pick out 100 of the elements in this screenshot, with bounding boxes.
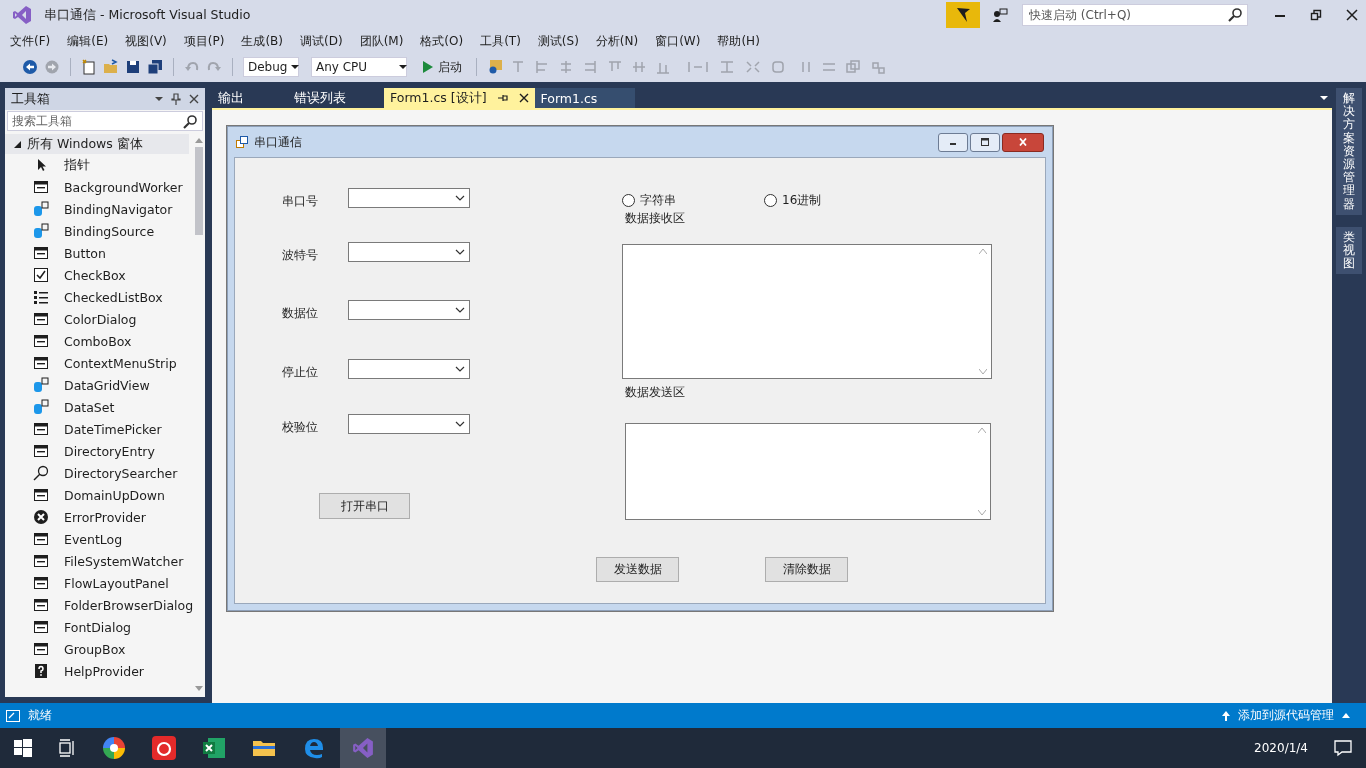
toolbox-item[interactable]: DirectorySearcher [64,465,178,481]
save-icon[interactable] [125,59,141,75]
close-icon[interactable] [1346,9,1358,21]
open-folder-icon[interactable] [103,59,119,75]
menu-item[interactable]: 调试(D) [294,32,349,50]
toolbox-item[interactable]: DataGridView [64,377,150,393]
combo-box[interactable] [348,188,470,208]
help-icon [33,663,49,679]
caret-icon[interactable] [1342,713,1350,718]
close-icon[interactable] [189,94,199,104]
account-icon[interactable] [992,7,1008,23]
save-all-icon[interactable] [147,59,163,75]
component-icon [33,355,49,371]
toolbox-item[interactable]: BindingNavigator [64,201,173,217]
combo-box[interactable] [348,242,470,262]
toolbox-item[interactable]: BackgroundWorker [64,179,183,195]
source-control-link[interactable]: 添加到源代码管理 [1238,707,1334,724]
toolbox-item[interactable]: FolderBrowserDialog [64,597,194,613]
color-wheel-icon[interactable] [102,736,126,760]
toolbox-item[interactable]: GroupBox [64,641,126,657]
document-tab[interactable]: Form1.cs [设计] [384,88,535,108]
new-project-icon[interactable] [81,59,97,75]
form-title: 串口通信 [254,133,302,151]
restore-icon[interactable] [1310,9,1322,21]
toolbox-item[interactable]: Button [64,245,106,261]
platform-dropdown[interactable]: Any CPU [311,57,407,77]
toolbox-item[interactable]: FontDialog [64,619,132,635]
toolbox-item[interactable]: ColorDialog [64,311,137,327]
toolbox-item[interactable]: CheckedListBox [64,289,163,305]
toolbox-group-header[interactable]: 所有 Windows 窗体 [5,134,190,154]
toolbox-item[interactable]: DateTimePicker [64,421,162,437]
document-tab[interactable]: 输出 [212,88,288,108]
document-tab[interactable]: 错误列表 [288,88,384,108]
form-button[interactable]: 发送数据 [596,557,679,582]
browser-icon[interactable] [302,736,326,760]
start-icon[interactable] [14,739,32,757]
menu-item[interactable]: 格式(O) [414,32,470,50]
toolbox-item[interactable]: CheckBox [64,267,126,283]
combo-box[interactable] [348,300,470,320]
toolbox-item[interactable]: FileSystemWatcher [64,553,184,569]
find-icon[interactable] [487,59,503,75]
menu-item[interactable]: 窗口(W) [649,32,707,50]
menu-item[interactable]: 生成(B) [235,32,289,50]
menu-item[interactable]: 工具(T) [474,32,527,50]
combo-box[interactable] [348,359,470,379]
toolbox-item[interactable]: FlowLayoutPanel [64,575,169,591]
toolbox-search-field[interactable]: 搜索工具箱 [7,111,203,131]
menu-item[interactable]: 测试(S) [531,32,585,50]
configuration-dropdown[interactable]: Debug [243,57,299,77]
search-icon [1228,8,1242,22]
menu-item[interactable]: 团队(M) [353,32,410,50]
close-icon[interactable] [518,93,529,103]
quick-launch-field[interactable]: 快速启动 (Ctrl+Q) [1022,4,1248,26]
menu-item[interactable]: 文件(F) [4,32,57,50]
task-view-icon[interactable] [58,739,76,757]
notification-icon[interactable] [1334,739,1352,757]
toolbox-item[interactable]: ComboBox [64,333,132,349]
toolbox-item[interactable]: DataSet [64,399,115,415]
form-window[interactable]: 串口通信 串口号 波特号 数据位 停止位 校验位 打开串口 字符串 16进制 数据接收区 数据发送区 发送数据 清除数据 [227,126,1053,611]
toolbox-item[interactable]: HelpProvider [64,663,144,679]
menu-item[interactable]: 编辑(E) [61,32,115,50]
side-tab[interactable]: 类视图 [1336,226,1362,275]
dropdown-arrow-icon[interactable] [155,97,163,101]
close-button[interactable] [1002,132,1044,152]
radio-label[interactable]: 16进制 [782,192,822,209]
menu-item[interactable]: 项目(P) [177,32,231,50]
toolbox-item[interactable]: DirectoryEntry [64,443,155,459]
component-icon [33,531,49,547]
toolbox-item[interactable]: EventLog [64,531,123,547]
scroll-down-icon[interactable] [195,686,204,691]
form-button[interactable]: 清除数据 [765,557,848,582]
spreadsheet-icon[interactable] [202,736,226,760]
toolbox-item[interactable]: BindingSource [64,223,155,239]
dropdown-arrow-icon[interactable] [291,65,299,69]
component-icon [33,179,49,195]
side-tab[interactable]: 解决方案资源管理器 [1336,88,1362,215]
scrollbar-thumb[interactable] [195,147,204,235]
expander-icon[interactable] [13,140,21,148]
toolbox-item[interactable]: ContextMenuStrip [64,355,177,371]
radio-label[interactable]: 字符串 [640,192,676,209]
toolbox-item[interactable]: ErrorProvider [64,509,146,525]
menu-item[interactable]: 帮助(H) [711,32,766,50]
radio-button[interactable] [764,194,777,207]
toolbox-item[interactable]: DomainUpDown [64,487,165,503]
maximize-button[interactable] [970,132,1000,152]
menu-item[interactable]: 分析(N) [589,32,645,50]
menu-item[interactable]: 视图(V) [119,32,173,50]
document-tab[interactable]: Form1.cs [534,88,635,108]
pin-icon[interactable] [171,93,181,105]
radio-button[interactable] [622,194,635,207]
pin-icon[interactable] [496,93,509,103]
open-port-button[interactable]: 打开串口 [319,493,410,519]
scroll-up-icon[interactable] [195,138,204,143]
combo-box[interactable] [348,414,470,434]
dropdown-arrow-icon[interactable] [1320,96,1328,100]
toolbox-item[interactable]: 指针 [64,156,90,174]
start-button[interactable]: 启动 [419,58,466,76]
back-icon[interactable] [22,59,38,75]
minimize-button[interactable] [938,132,968,152]
dropdown-arrow-icon[interactable] [399,65,407,69]
